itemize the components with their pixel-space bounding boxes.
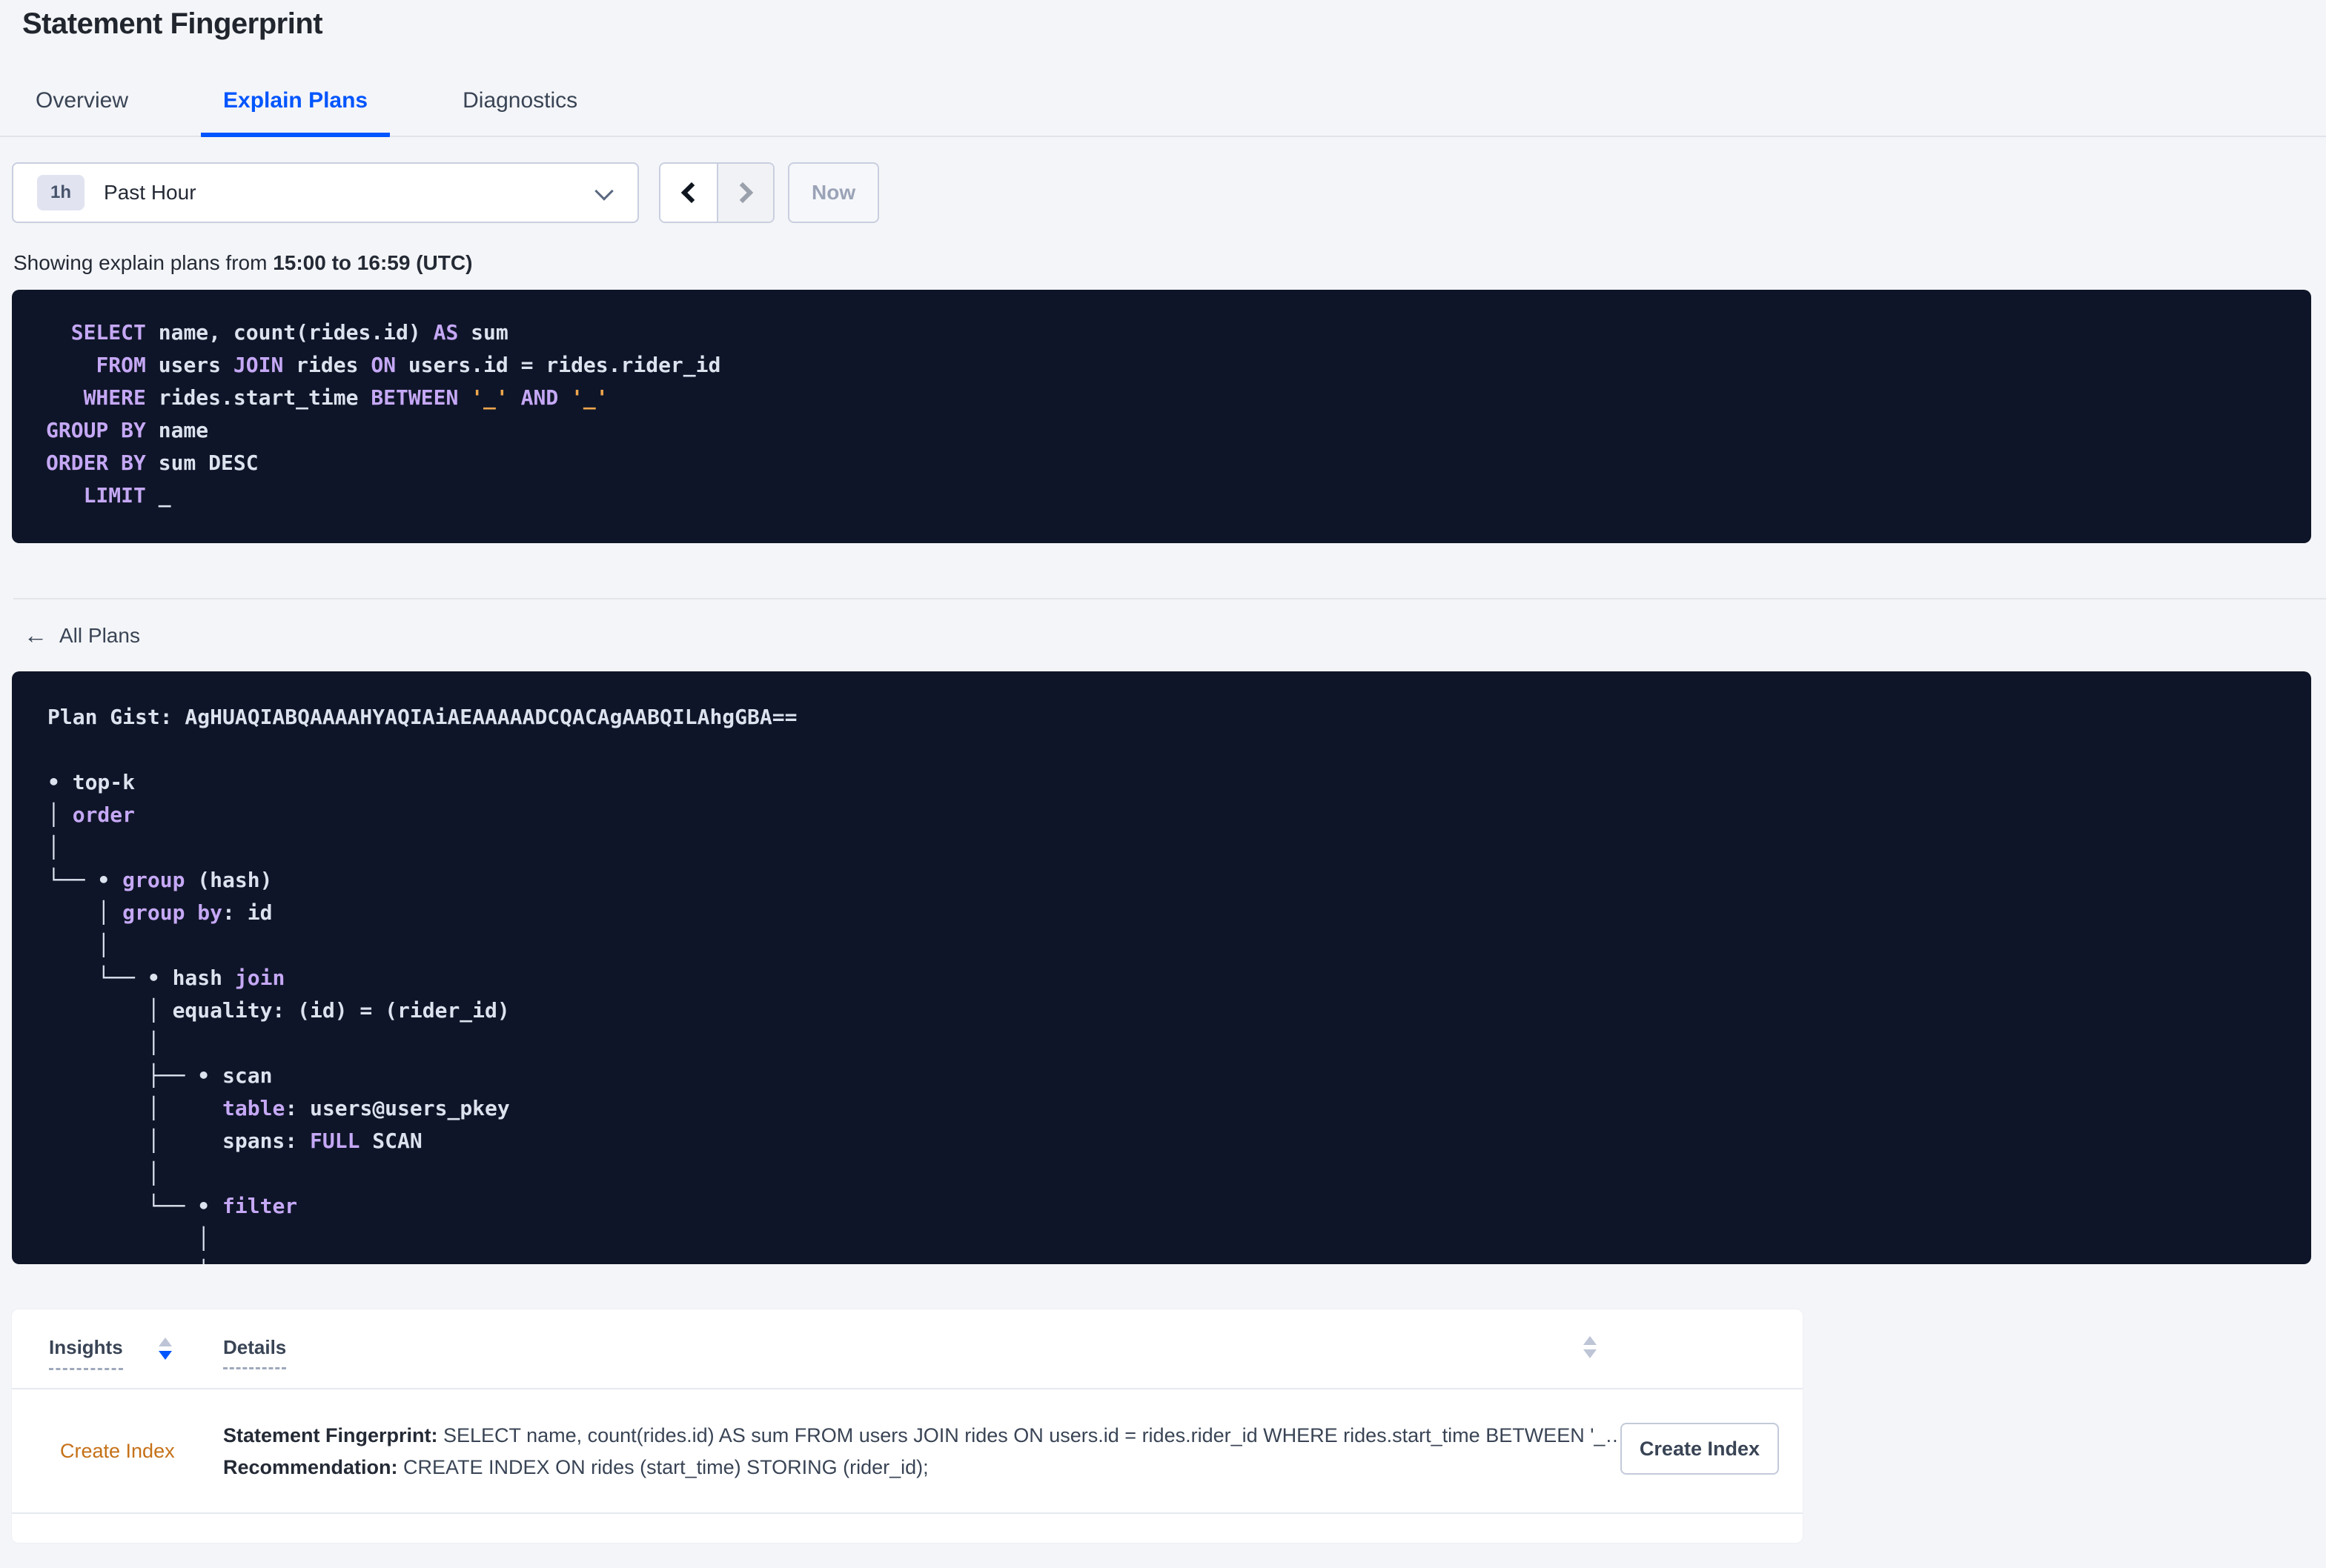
- insight-type-cell: Create Index: [49, 1440, 223, 1463]
- plan-gist-box: Plan Gist: AgHUAQIABQAAAAHYAQIAiAEAAAAAD…: [12, 671, 2311, 1264]
- statement-fingerprint-line: Statement Fingerprint: SELECT name, coun…: [223, 1424, 1626, 1446]
- insight-details-cell: Statement Fingerprint: SELECT name, coun…: [223, 1416, 1780, 1486]
- sort-down-icon: [1583, 1349, 1597, 1358]
- time-interval-select[interactable]: 1h Past Hour: [12, 162, 639, 223]
- details-header-label[interactable]: Details: [223, 1336, 287, 1369]
- tab-bar: Overview Explain Plans Diagnostics: [0, 70, 2326, 137]
- now-button[interactable]: Now: [788, 162, 880, 223]
- create-index-button[interactable]: Create Index: [1620, 1423, 1779, 1475]
- section-divider: [13, 598, 2326, 599]
- sort-up-icon: [158, 1338, 172, 1346]
- all-plans-label: All Plans: [59, 623, 140, 647]
- sql-statement-code: SELECT name, count(rides.id) AS sum FROM…: [46, 320, 721, 508]
- next-time-window-button[interactable]: [717, 164, 773, 222]
- time-range-value: 15:00 to 16:59 (UTC): [273, 251, 473, 274]
- sort-up-icon: [1583, 1336, 1597, 1345]
- page-title: Statement Fingerprint: [22, 7, 323, 40]
- time-toolbar: 1h Past Hour Now: [12, 162, 2326, 223]
- showing-range-text: Showing explain plans from 15:00 to 16:5…: [13, 251, 473, 274]
- chevron-left-icon: [680, 182, 703, 204]
- chevron-down-icon: [594, 182, 614, 201]
- tab-explain-plans[interactable]: Explain Plans: [201, 70, 391, 137]
- insights-header-label[interactable]: Insights: [49, 1336, 123, 1370]
- insights-table-card: Insights Details Create Index Statement …: [11, 1309, 1803, 1544]
- time-window-pager: [659, 162, 775, 223]
- tab-diagnostics[interactable]: Diagnostics: [440, 70, 600, 137]
- insights-column-header: Insights: [49, 1336, 223, 1370]
- interval-badge: 1h: [37, 175, 85, 210]
- details-sort-icon[interactable]: [1583, 1336, 1597, 1358]
- details-column-header: Details: [223, 1336, 287, 1369]
- insights-sort-icon[interactable]: [158, 1338, 172, 1360]
- chevron-right-icon: [732, 182, 754, 204]
- tab-overview[interactable]: Overview: [13, 70, 150, 137]
- time-interval-label: Past Hour: [104, 181, 196, 204]
- sort-down-icon: [158, 1351, 172, 1360]
- sql-statement-box: SELECT name, count(rides.id) AS sum FROM…: [12, 290, 2311, 543]
- plan-tree-code: Plan Gist: AgHUAQIABQAAAAHYAQIAiAEAAAAAD…: [47, 705, 798, 1264]
- recommendation-line: Recommendation: CREATE INDEX ON rides (s…: [223, 1455, 929, 1478]
- insight-table-row: Create Index Statement Fingerprint: SELE…: [12, 1389, 1803, 1514]
- back-arrow-icon: ←: [24, 622, 47, 648]
- all-plans-back-link[interactable]: ← All Plans: [24, 622, 140, 649]
- create-index-link[interactable]: Create Index: [60, 1440, 175, 1462]
- previous-time-window-button[interactable]: [660, 164, 717, 222]
- insights-table-header: Insights Details: [12, 1309, 1803, 1389]
